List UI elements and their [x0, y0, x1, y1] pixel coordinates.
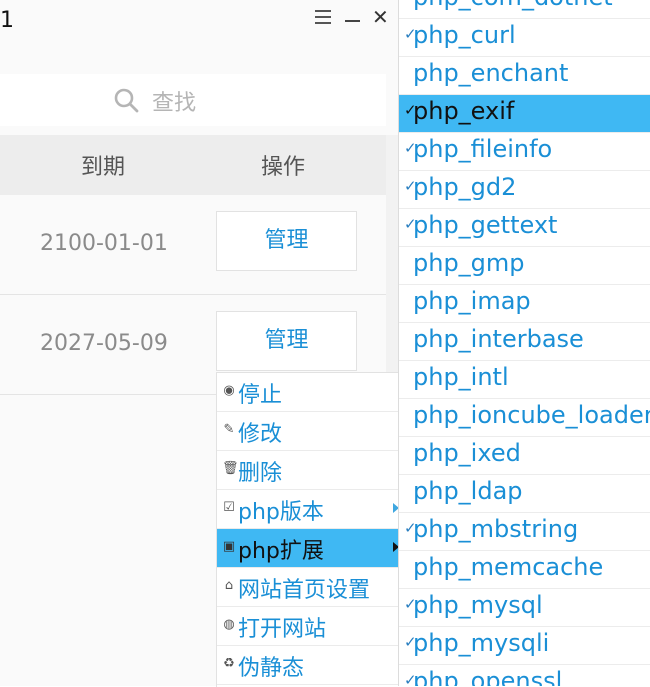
search-icon — [114, 88, 139, 113]
extension-label: php_com_dotnet — [413, 0, 613, 11]
php-extension-submenu: php_com_dotnet ✓php_curlphp_enchant ✓php_e… — [398, 0, 650, 686]
context-menu: ◉ 停止 ✎ 修改 🗑 删除 ☑ php版本 ▣ php扩展 ⌂ 网站首页设置 … — [216, 372, 399, 687]
menu-item-php-extension[interactable]: ▣ php扩展 — [217, 529, 399, 568]
minimize-icon[interactable] — [345, 20, 360, 22]
pencil-icon: ✎ — [223, 422, 235, 437]
search-input[interactable]: 查找 — [0, 74, 386, 126]
extension-label: php_mbstring — [413, 515, 579, 543]
extension-label: php_ldap — [413, 477, 523, 505]
manage-button[interactable]: 管理 — [216, 311, 357, 371]
menu-item-delete[interactable]: 🗑 删除 — [217, 451, 399, 490]
extension-label: php_gettext — [413, 211, 558, 239]
trash-icon: 🗑 — [222, 461, 239, 476]
extension-item[interactable]: ✓ php_fileinfo — [399, 133, 650, 171]
extension-label: php_ixed — [413, 439, 521, 467]
column-header-action: 操作 — [261, 155, 306, 180]
extension-item[interactable]: ✓ php_mbstring — [399, 513, 650, 551]
search-placeholder: 查找 — [152, 91, 197, 116]
extension-item[interactable]: ✓ php_mysqli — [399, 627, 650, 665]
extension-item[interactable]: php_interbase — [399, 323, 650, 361]
extension-label: php_enchant — [413, 59, 569, 87]
expire-date: 2027-05-09 — [40, 331, 168, 356]
menu-item-label: 打开网站 — [238, 617, 327, 642]
menu-item-label: php扩展 — [238, 539, 324, 564]
rewrite-icon: ♻ — [223, 656, 235, 671]
globe-icon: ◍ — [223, 617, 235, 632]
extension-label: php_interbase — [413, 325, 584, 353]
extension-item[interactable]: php_memcache — [399, 551, 650, 589]
extension-item[interactable]: ✓ php_gettext — [399, 209, 650, 247]
extension-item[interactable]: php_gmp — [399, 247, 650, 285]
extension-label: php_exif — [413, 97, 515, 125]
extension-label: php_mysql — [413, 591, 543, 619]
extension-label: php_curl — [413, 21, 516, 49]
menu-item-label: 修改 — [238, 422, 283, 447]
extension-label: php_fileinfo — [413, 135, 553, 163]
home-icon: ⌂ — [224, 578, 234, 593]
table-row: 2100-01-01 管理 — [0, 195, 386, 295]
menu-item-homepage-settings[interactable]: ⌂ 网站首页设置 — [217, 568, 399, 607]
extension-label: php_ioncube_loader — [413, 401, 650, 429]
extension-item[interactable]: php_ioncube_loader — [399, 399, 650, 437]
window-title: 1 — [0, 8, 14, 33]
php-extension-icon: ▣ — [222, 539, 236, 554]
extension-item[interactable]: php_ixed — [399, 437, 650, 475]
menu-item-php-version[interactable]: ☑ php版本 — [217, 490, 399, 529]
extension-item[interactable]: ✓ php_curl — [399, 19, 650, 57]
extension-item[interactable]: php_imap — [399, 285, 650, 323]
menu-item-label: 网站首页设置 — [238, 578, 371, 603]
menu-item-stop[interactable]: ◉ 停止 — [217, 373, 399, 412]
expire-date: 2100-01-01 — [40, 231, 168, 256]
extension-label: php_memcache — [413, 553, 604, 581]
extension-label: php_openssl — [413, 667, 563, 686]
extension-item[interactable]: ✓ php_openssl — [399, 665, 650, 686]
extension-item[interactable]: php_enchant — [399, 57, 650, 95]
extension-label: php_imap — [413, 287, 531, 315]
table-header: 到期 操作 — [0, 135, 386, 195]
column-header-expire[interactable]: 到期 — [81, 149, 125, 181]
extension-item[interactable]: php_com_dotnet — [399, 0, 650, 19]
menu-item-label: 伪静态 — [238, 656, 305, 681]
extension-item[interactable]: php_ldap — [399, 475, 650, 513]
php-version-icon: ☑ — [223, 500, 235, 515]
extension-label: php_gmp — [413, 249, 525, 277]
extension-label: php_intl — [413, 363, 509, 391]
menu-item-rewrite[interactable]: ♻ 伪静态 — [217, 646, 399, 685]
stop-icon: ◉ — [223, 383, 235, 398]
extension-item[interactable]: ✓ php_exif — [399, 95, 650, 133]
menu-item-edit[interactable]: ✎ 修改 — [217, 412, 399, 451]
extension-label: php_mysqli — [413, 629, 550, 657]
menu-item-label: 删除 — [238, 461, 283, 486]
extension-item[interactable]: ✓ php_gd2 — [399, 171, 650, 209]
menu-item-label: php版本 — [238, 500, 324, 525]
menu-icon[interactable] — [315, 10, 331, 24]
menu-item-label: 停止 — [238, 383, 283, 408]
close-icon[interactable]: ✕ — [372, 7, 389, 27]
extension-item[interactable]: ✓ php_mysql — [399, 589, 650, 627]
manage-button[interactable]: 管理 — [216, 211, 357, 271]
extension-item[interactable]: php_intl — [399, 361, 650, 399]
extension-label: php_gd2 — [413, 173, 517, 201]
menu-item-open-site[interactable]: ◍ 打开网站 — [217, 607, 399, 646]
